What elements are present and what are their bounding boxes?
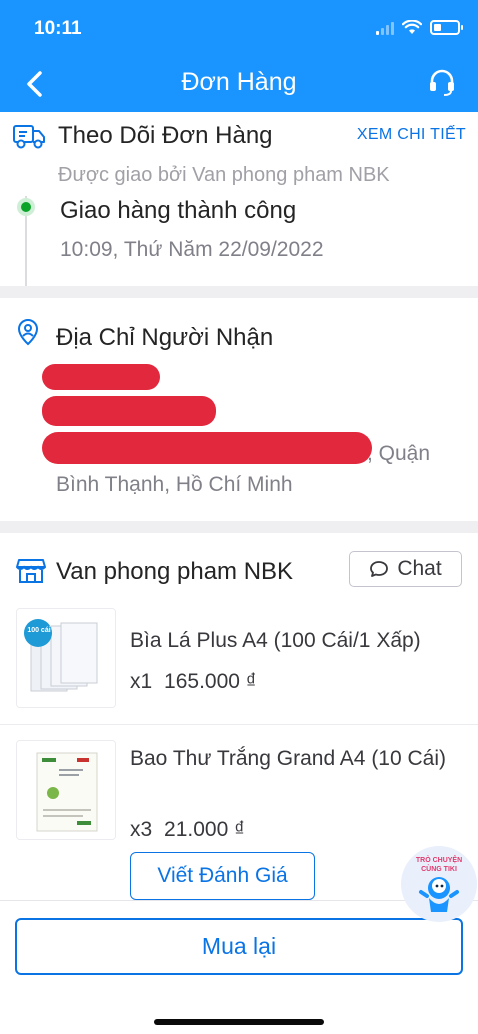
headset-icon xyxy=(430,69,454,96)
product-price: 165.000 ₫ xyxy=(164,670,257,693)
section-divider xyxy=(0,521,478,533)
battery-icon xyxy=(430,20,463,35)
page-title: Đơn Hàng xyxy=(181,68,297,96)
thumb-badge: 100 cái xyxy=(27,627,51,634)
product-thumbnail[interactable]: 100 cái xyxy=(16,608,116,708)
product-name[interactable]: Bao Thư Trắng Grand A4 (10 Cái) xyxy=(130,742,450,775)
product-quantity: x3 xyxy=(130,818,153,841)
mascot-icon xyxy=(419,877,459,912)
signal-icon xyxy=(376,21,394,35)
product-price: 21.000 ₫ xyxy=(164,818,245,841)
delivery-time: 10:09, Thứ Năm 22/09/2022 xyxy=(60,238,324,261)
address-line-city: Bình Thạnh, Hồ Chí Minh xyxy=(56,473,293,496)
status-icons xyxy=(376,20,463,35)
item-separator xyxy=(0,724,478,725)
redacted-name xyxy=(42,364,160,390)
rebuy-button[interactable]: Mua lại xyxy=(15,918,463,975)
shipped-by-text: Được giao bởi Van phong pham NBK xyxy=(58,164,390,186)
shop-name[interactable]: Van phong pham NBK xyxy=(56,558,293,586)
redacted-phone xyxy=(42,396,216,426)
tracking-title: Theo Dõi Đơn Hàng xyxy=(58,122,273,149)
chat-bubble-icon xyxy=(370,561,389,577)
status-dot-icon xyxy=(17,198,35,216)
status-time: 10:11 xyxy=(34,18,82,39)
address-title: Địa Chỉ Người Nhận xyxy=(56,324,274,351)
location-pin-icon xyxy=(17,318,39,346)
product-qty-price: x1 165.000 ₫ xyxy=(130,670,257,694)
view-detail-link[interactable]: XEM CHI TIẾT xyxy=(357,126,466,144)
envelope-pack-image xyxy=(17,741,115,839)
plastic-sleeves-image xyxy=(17,609,115,707)
store-icon xyxy=(16,559,46,583)
redacted-street xyxy=(42,432,372,464)
write-review-button[interactable]: Viết Đánh Giá xyxy=(130,852,315,900)
floating-chat-button[interactable]: TRÒ CHUYỆN CÙNG TIKI xyxy=(401,846,477,922)
home-indicator xyxy=(154,1019,324,1025)
section-divider xyxy=(0,286,478,298)
product-quantity: x1 xyxy=(130,670,153,693)
battery-level xyxy=(434,24,441,31)
product-name[interactable]: Bìa Lá Plus A4 (100 Cái/1 Xấp) xyxy=(130,624,450,657)
product-qty-price: x3 21.000 ₫ xyxy=(130,818,245,842)
wifi-icon xyxy=(402,20,422,34)
delivery-status: Giao hàng thành công xyxy=(60,197,297,224)
delivery-truck-icon xyxy=(13,125,45,149)
chat-button[interactable]: Chat xyxy=(349,551,462,587)
app-header: 10:11 Đơn Hàng xyxy=(0,0,478,112)
support-button[interactable] xyxy=(428,68,456,98)
product-thumbnail[interactable] xyxy=(16,740,116,840)
chat-label: Chat xyxy=(397,557,442,580)
